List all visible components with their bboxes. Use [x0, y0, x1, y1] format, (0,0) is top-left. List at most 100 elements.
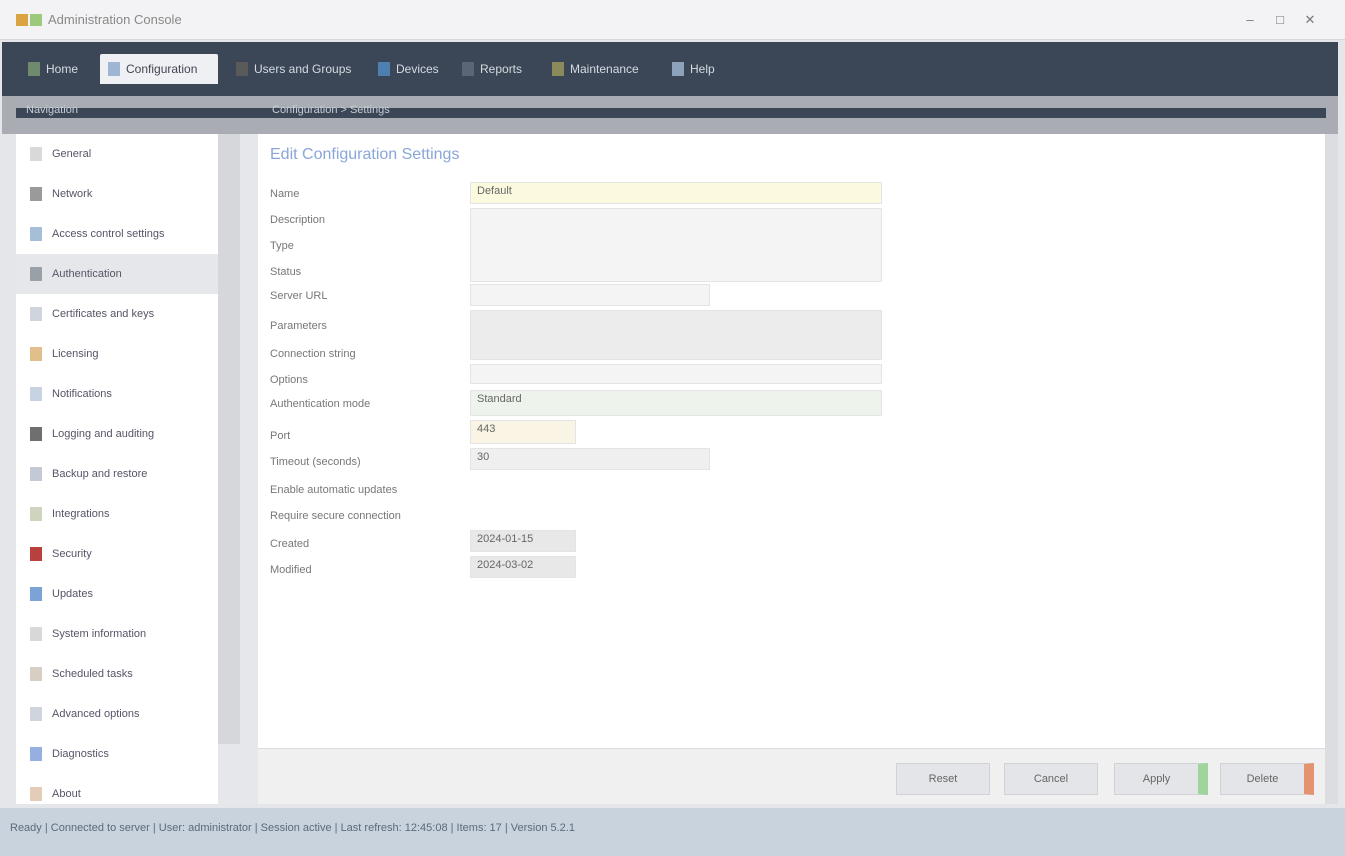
app-secondary-icon	[30, 14, 42, 26]
field-label-authentication-mode: Authentication mode	[270, 398, 371, 410]
field-label-created: Created	[270, 538, 310, 550]
sidebar-item-label: Backup and restore	[52, 467, 148, 480]
menu-item-help[interactable]: Help	[664, 54, 725, 84]
menu-label: Configuration	[126, 62, 198, 76]
sidebar-item-label: Notifications	[52, 387, 112, 400]
menu-label: Reports	[480, 62, 523, 76]
server-url-field[interactable]	[470, 284, 710, 306]
sidebar-item-advanced-options[interactable]: Advanced options	[16, 694, 218, 734]
field-label-timeout: Timeout (seconds)	[270, 456, 361, 468]
sidebar-item-label: Security	[52, 547, 92, 560]
report-icon	[462, 62, 474, 76]
menu-label: Maintenance	[570, 62, 639, 76]
field-label-status: Status	[270, 266, 302, 278]
sidebar-scrollbar[interactable]	[218, 134, 240, 744]
menu-label: Devices	[396, 62, 439, 76]
field-label-parameters: Parameters	[270, 320, 327, 332]
apply-button[interactable]: Apply	[1114, 763, 1208, 795]
sidebar-item-label: Certificates and keys	[52, 307, 155, 320]
sidebar-item-label: Logging and auditing	[52, 427, 155, 440]
sidebar-item-label: Integrations	[52, 507, 110, 520]
gear-icon	[108, 62, 120, 76]
sidebar-splitter[interactable]	[218, 134, 258, 804]
sidebar-item-general[interactable]: General	[16, 134, 218, 174]
wrench-icon	[552, 62, 564, 76]
minimize-button[interactable]: –	[1242, 12, 1258, 28]
sidebar-item-scheduled-tasks[interactable]: Scheduled tasks	[16, 654, 218, 694]
app-logo-icon	[16, 14, 28, 26]
network-icon	[30, 187, 42, 201]
port-field[interactable]: 443	[470, 420, 576, 444]
sliders-icon	[30, 707, 42, 721]
sidebar-item-licensing[interactable]: Licensing	[16, 334, 218, 374]
certificate-icon	[30, 307, 42, 321]
log-icon	[30, 427, 42, 441]
description-field[interactable]	[470, 208, 882, 282]
close-button[interactable]: ✕	[1302, 12, 1318, 28]
options-field[interactable]	[470, 364, 882, 384]
modified-value: 2024-03-02	[470, 556, 576, 578]
parameters-field[interactable]	[470, 310, 882, 360]
lock-icon	[30, 227, 42, 241]
settings-icon	[30, 147, 42, 161]
menu-item-maintenance[interactable]: Maintenance	[544, 54, 649, 84]
sidebar-item-access-control[interactable]: Access control settings	[16, 214, 218, 254]
users-icon	[236, 62, 248, 76]
sidebar-item-about[interactable]: About	[16, 774, 218, 804]
field-label-modified: Modified	[270, 564, 312, 576]
menu-item-devices[interactable]: Devices	[370, 54, 449, 84]
sidebar-item-label: Licensing	[52, 347, 99, 360]
cancel-button[interactable]: Cancel	[1004, 763, 1098, 795]
timeout-field[interactable]: 30	[470, 448, 710, 470]
sidebar-item-network[interactable]: Network	[16, 174, 218, 214]
sidebar-item-updates[interactable]: Updates	[16, 574, 218, 614]
name-field[interactable]: Default	[470, 182, 882, 204]
download-icon	[30, 587, 42, 601]
sidebar-item-label: Authentication	[52, 267, 122, 280]
sidebar-item-label: General	[52, 147, 92, 160]
title-bar: Administration Console – □ ✕	[0, 0, 1345, 40]
sidebar-item-label: Diagnostics	[52, 747, 109, 760]
sidebar-item-label: About	[52, 787, 81, 800]
sidebar-item-security[interactable]: Security	[16, 534, 218, 574]
navigation-label: Navigation	[26, 104, 78, 116]
shield-icon	[30, 547, 42, 561]
authentication-mode-select[interactable]: Standard	[470, 390, 882, 416]
menu-item-users-and-groups[interactable]: Users and Groups	[228, 54, 361, 84]
field-label-name: Name	[270, 188, 300, 200]
info-icon	[30, 627, 42, 641]
reset-button[interactable]: Reset	[896, 763, 990, 795]
about-icon	[30, 787, 42, 801]
delete-button[interactable]: Delete	[1220, 763, 1314, 795]
device-icon	[378, 62, 390, 76]
sidebar-item-authentication[interactable]: Authentication	[16, 254, 218, 294]
field-label-port: Port	[270, 430, 291, 442]
menu-item-home[interactable]: Home	[20, 54, 88, 84]
calendar-icon	[30, 667, 42, 681]
field-label-type: Type	[270, 240, 294, 252]
backup-icon	[30, 467, 42, 481]
sidebar-item-system-information[interactable]: System information	[16, 614, 218, 654]
right-gutter	[1325, 134, 1338, 804]
menu-item-reports[interactable]: Reports	[454, 54, 532, 84]
sidebar-item-certificates[interactable]: Certificates and keys	[16, 294, 218, 334]
help-icon	[672, 62, 684, 76]
page-title: Edit Configuration Settings	[270, 146, 460, 163]
created-value: 2024-01-15	[470, 530, 576, 552]
maximize-button[interactable]: □	[1272, 12, 1288, 28]
pulse-icon	[30, 747, 42, 761]
sidebar-item-label: Scheduled tasks	[52, 667, 133, 680]
field-label-automatic-updates: Enable automatic updates	[270, 484, 398, 496]
sidebar-item-integrations[interactable]: Integrations	[16, 494, 218, 534]
menu-label: Users and Groups	[254, 62, 352, 76]
sub-toolbar: Navigation Configuration > Settings	[2, 96, 1338, 134]
sidebar-item-diagnostics[interactable]: Diagnostics	[16, 734, 218, 774]
status-text: Ready | Connected to server | User: admi…	[10, 822, 575, 834]
status-bar: Ready | Connected to server | User: admi…	[0, 808, 1345, 856]
sidebar-item-notifications[interactable]: Notifications	[16, 374, 218, 414]
field-label-server-url: Server URL	[270, 290, 328, 302]
sidebar-item-backup[interactable]: Backup and restore	[16, 454, 218, 494]
sidebar-item-logging[interactable]: Logging and auditing	[16, 414, 218, 454]
menu-item-configuration[interactable]: Configuration	[100, 54, 218, 84]
sidebar-item-label: Network	[52, 187, 93, 200]
